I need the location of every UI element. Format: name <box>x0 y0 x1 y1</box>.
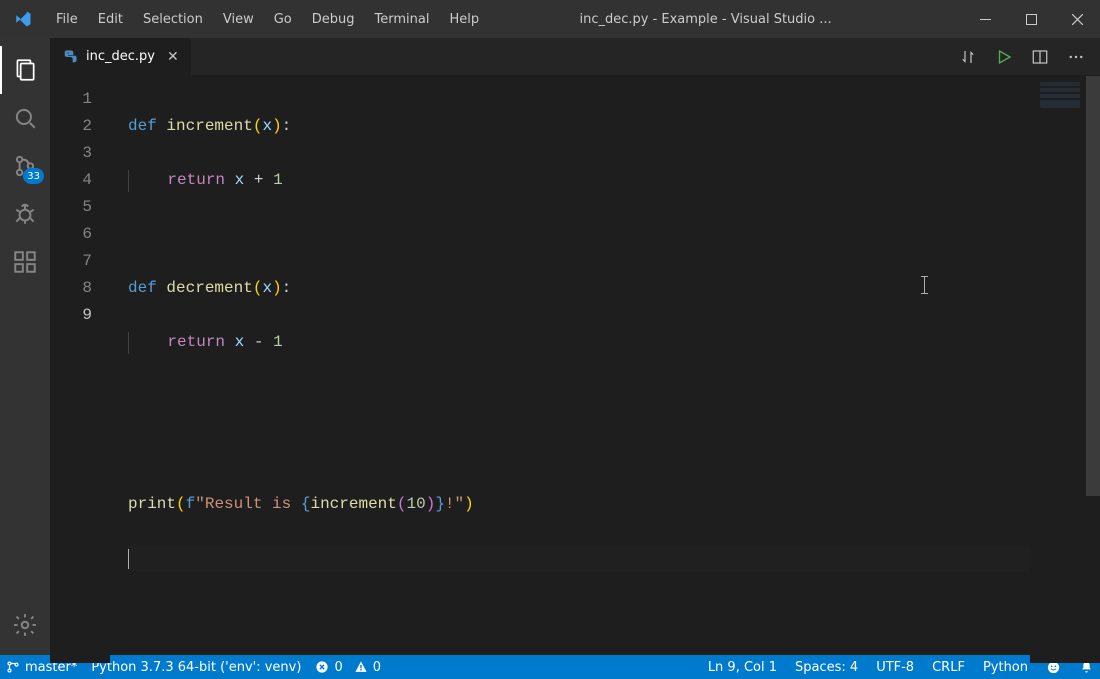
window-title: inc_dec.py - Example - Visual Studio ... <box>489 12 962 27</box>
titlebar: File Edit Selection View Go Debug Termin… <box>0 0 1100 38</box>
line-number: 5 <box>50 194 92 221</box>
line-number: 3 <box>50 140 92 167</box>
tab-inc-dec[interactable]: inc_dec.py ✕ <box>50 38 192 75</box>
line-number: 6 <box>50 221 92 248</box>
line-number: 4 <box>50 167 92 194</box>
activity-source-control[interactable]: 33 <box>0 142 50 190</box>
activity-bar: 33 <box>0 38 50 655</box>
minimap[interactable] <box>1030 76 1086 663</box>
menu-help[interactable]: Help <box>439 0 489 38</box>
python-file-icon <box>62 49 78 65</box>
compare-changes-icon[interactable] <box>956 38 980 76</box>
vertical-scrollbar[interactable] <box>1086 76 1100 663</box>
window-controls <box>962 0 1100 38</box>
editor[interactable]: 1 2 3 4 5 6 7 8 9 def increment(x): retu… <box>50 76 1100 663</box>
menu-edit[interactable]: Edit <box>88 0 133 38</box>
menubar: File Edit Selection View Go Debug Termin… <box>46 0 489 38</box>
line-number: 8 <box>50 275 92 302</box>
body: 33 inc_dec.py ✕ <box>0 38 1100 655</box>
tabs-row: inc_dec.py ✕ <box>50 38 1100 76</box>
more-actions-icon[interactable] <box>1064 38 1088 76</box>
activity-explorer[interactable] <box>0 46 50 94</box>
menu-go[interactable]: Go <box>264 0 302 38</box>
menu-view[interactable]: View <box>213 0 264 38</box>
minimap-content <box>1040 82 1080 108</box>
text-cursor-icon <box>924 276 925 294</box>
menu-file[interactable]: File <box>46 0 88 38</box>
activity-debug[interactable] <box>0 190 50 238</box>
editor-actions <box>956 38 1100 75</box>
menu-debug[interactable]: Debug <box>302 0 365 38</box>
vscode-logo-icon <box>10 10 36 28</box>
scm-badge: 33 <box>23 168 44 184</box>
maximize-button[interactable] <box>1008 0 1054 38</box>
activity-search[interactable] <box>0 94 50 142</box>
window: File Edit Selection View Go Debug Termin… <box>0 0 1100 679</box>
scrollbar-thumb[interactable] <box>1086 76 1100 496</box>
gutter: 1 2 3 4 5 6 7 8 9 <box>50 76 110 663</box>
activity-extensions[interactable] <box>0 238 50 286</box>
line-number: 7 <box>50 248 92 275</box>
tab-close-icon[interactable]: ✕ <box>167 49 179 65</box>
activity-settings[interactable] <box>0 601 50 649</box>
run-icon[interactable] <box>992 38 1016 76</box>
menu-selection[interactable]: Selection <box>133 0 213 38</box>
tab-filename: inc_dec.py <box>86 49 155 64</box>
split-editor-icon[interactable] <box>1028 38 1052 76</box>
minimize-button[interactable] <box>962 0 1008 38</box>
code-content[interactable]: def increment(x): return x + 1 def decre… <box>110 76 1030 663</box>
line-number: 2 <box>50 113 92 140</box>
menu-terminal[interactable]: Terminal <box>365 0 440 38</box>
line-number: 9 <box>50 302 92 329</box>
editor-area: inc_dec.py ✕ <box>50 38 1100 655</box>
line-number: 1 <box>50 86 92 113</box>
close-button[interactable] <box>1054 0 1100 38</box>
